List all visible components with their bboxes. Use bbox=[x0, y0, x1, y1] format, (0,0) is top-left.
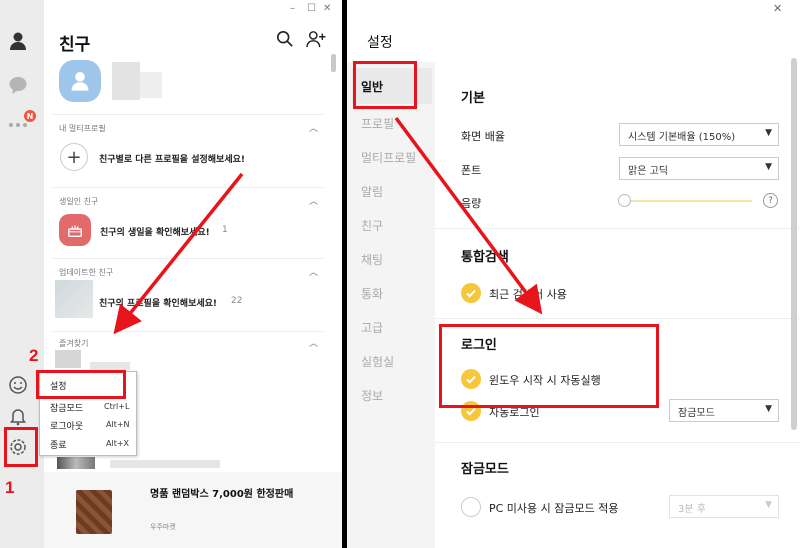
blurred-avatar bbox=[55, 280, 93, 318]
volume-label: 음량 bbox=[461, 197, 482, 210]
divider bbox=[53, 258, 323, 259]
section-heading-basic: 기본 bbox=[461, 91, 485, 106]
chevron-up-icon[interactable]: ︿ bbox=[309, 265, 318, 278]
updated-row[interactable]: 친구의 프로필을 확인해보세요! bbox=[99, 296, 217, 309]
nav-item-info[interactable]: 정보 bbox=[361, 387, 383, 404]
updated-count: 22 bbox=[231, 296, 243, 306]
friends-tab-icon[interactable] bbox=[7, 30, 29, 52]
divider bbox=[53, 114, 323, 115]
lock-checkbox[interactable] bbox=[461, 497, 481, 517]
blurred-name-2 bbox=[140, 72, 162, 98]
font-select[interactable]: 맑은 고딕 ▼ bbox=[619, 157, 779, 180]
shortcut-lock: Ctrl+L bbox=[104, 402, 130, 411]
chevron-down-icon: ▼ bbox=[765, 404, 772, 414]
section-label-updated: 업데이트한 친구 bbox=[59, 268, 114, 277]
section-label-multiprofile: 내 멀티프로필 bbox=[59, 124, 106, 133]
divider bbox=[53, 187, 323, 188]
recent-search-label: 최근 검색어 사용 bbox=[489, 288, 567, 301]
chevron-down-icon: ▼ bbox=[765, 500, 772, 510]
blurred-avatar bbox=[55, 350, 81, 368]
screen-scale-select[interactable]: 시스템 기본배율 (150%) ▼ bbox=[619, 123, 779, 146]
nav-item-chat[interactable]: 채팅 bbox=[361, 251, 383, 268]
divider bbox=[435, 318, 800, 319]
highlight-login-section bbox=[439, 324, 659, 408]
recent-search-checkbox[interactable] bbox=[461, 283, 481, 303]
bell-icon[interactable] bbox=[7, 405, 29, 427]
font-value: 맑은 고딕 bbox=[628, 166, 668, 177]
section-label-birthday: 생일인 친구 bbox=[59, 197, 99, 206]
close-icon[interactable]: ✕ bbox=[323, 3, 331, 14]
blurred-avatar bbox=[57, 457, 95, 469]
new-badge: N bbox=[24, 110, 36, 122]
ad-source: 우주마켓 bbox=[150, 523, 176, 531]
chevron-down-icon: ▼ bbox=[765, 128, 772, 138]
scrollbar[interactable] bbox=[331, 54, 336, 72]
step-number-2: 2 bbox=[29, 346, 39, 365]
friends-window: N – ☐ ✕ 친구 내 멀티프로필 ︿ + 친구별로 다른 프로필을 설정해보… bbox=[0, 0, 342, 548]
birthday-count: 1 bbox=[222, 225, 228, 235]
highlight-settings-item bbox=[36, 370, 126, 399]
lock-time-select[interactable]: 3분 후 ▼ bbox=[669, 495, 779, 518]
volume-slider-track[interactable] bbox=[627, 200, 752, 202]
nav-item-labs[interactable]: 실험실 bbox=[361, 353, 394, 370]
ad-title[interactable]: 명품 랜덤박스 7,000원 한정판매 bbox=[150, 488, 310, 502]
section-heading-lock: 잠금모드 bbox=[461, 462, 509, 477]
divider bbox=[53, 331, 323, 332]
chevron-up-icon[interactable]: ︿ bbox=[309, 194, 318, 207]
font-label: 폰트 bbox=[461, 164, 482, 177]
menu-item-logout[interactable]: 로그아웃 bbox=[50, 419, 83, 432]
page-title: 친구 bbox=[59, 35, 91, 55]
close-icon[interactable]: ✕ bbox=[773, 2, 782, 15]
chevron-down-icon: ▼ bbox=[765, 162, 772, 172]
settings-window: ✕ 설정 일반 프로필 멀티프로필 알림 친구 채팅 통화 고급 실험실 정보 … bbox=[347, 0, 800, 548]
screen-scale-value: 시스템 기본배율 (150%) bbox=[628, 132, 736, 143]
nav-item-notifications[interactable]: 알림 bbox=[361, 183, 383, 200]
settings-title: 설정 bbox=[367, 35, 393, 51]
settings-nav bbox=[347, 62, 435, 548]
maximize-icon[interactable]: ☐ bbox=[307, 3, 316, 14]
search-icon[interactable] bbox=[276, 30, 296, 50]
step-number-1: 1 bbox=[5, 478, 15, 497]
birthday-row[interactable]: 친구의 생일을 확인해보세요! bbox=[100, 225, 210, 238]
highlight-gear bbox=[4, 427, 38, 467]
multiprofile-row[interactable]: 친구별로 다른 프로필을 설정해보세요! bbox=[99, 152, 245, 165]
nav-item-multiprofile[interactable]: 멀티프로필 bbox=[361, 149, 416, 166]
plus-icon[interactable]: + bbox=[60, 143, 88, 171]
shortcut-logout: Alt+N bbox=[106, 420, 130, 429]
section-heading-search: 통합검색 bbox=[461, 250, 509, 265]
section-label-favorites: 즐겨찾기 bbox=[59, 339, 89, 348]
chat-tab-icon[interactable] bbox=[7, 74, 29, 96]
screen-scale-label: 화면 배율 bbox=[461, 130, 505, 143]
emoticon-icon[interactable] bbox=[7, 374, 29, 396]
scrollbar[interactable] bbox=[791, 58, 797, 430]
add-friend-icon[interactable] bbox=[306, 30, 326, 50]
chevron-up-icon[interactable]: ︿ bbox=[309, 121, 318, 134]
shortcut-exit: Alt+X bbox=[106, 439, 130, 448]
nav-item-advanced[interactable]: 고급 bbox=[361, 319, 383, 336]
nav-item-call[interactable]: 통화 bbox=[361, 285, 383, 302]
cake-icon bbox=[59, 214, 91, 246]
my-profile-avatar[interactable] bbox=[59, 60, 101, 102]
ad-image[interactable] bbox=[76, 490, 112, 534]
menu-item-exit[interactable]: 종료 bbox=[50, 438, 67, 451]
check-icon bbox=[466, 289, 476, 298]
autologin-value: 잠금모드 bbox=[678, 408, 715, 419]
help-icon[interactable]: ? bbox=[763, 193, 778, 208]
autologin-select[interactable]: 잠금모드 ▼ bbox=[669, 399, 779, 422]
lock-label: PC 미사용 시 잠금모드 적용 bbox=[489, 502, 619, 515]
chevron-up-icon[interactable]: ︿ bbox=[309, 336, 318, 349]
divider bbox=[435, 228, 800, 229]
menu-item-lock[interactable]: 잠금모드 bbox=[50, 401, 83, 414]
nav-item-friends[interactable]: 친구 bbox=[361, 217, 383, 234]
blurred-name bbox=[90, 362, 130, 370]
blurred-name bbox=[110, 460, 220, 468]
lock-time-value: 3분 후 bbox=[678, 504, 706, 515]
nav-item-profile[interactable]: 프로필 bbox=[361, 115, 394, 132]
divider bbox=[435, 442, 800, 443]
minimize-icon[interactable]: – bbox=[290, 3, 295, 14]
highlight-general-tab bbox=[353, 61, 417, 109]
volume-slider-knob[interactable] bbox=[618, 194, 631, 207]
blurred-name bbox=[112, 62, 140, 100]
